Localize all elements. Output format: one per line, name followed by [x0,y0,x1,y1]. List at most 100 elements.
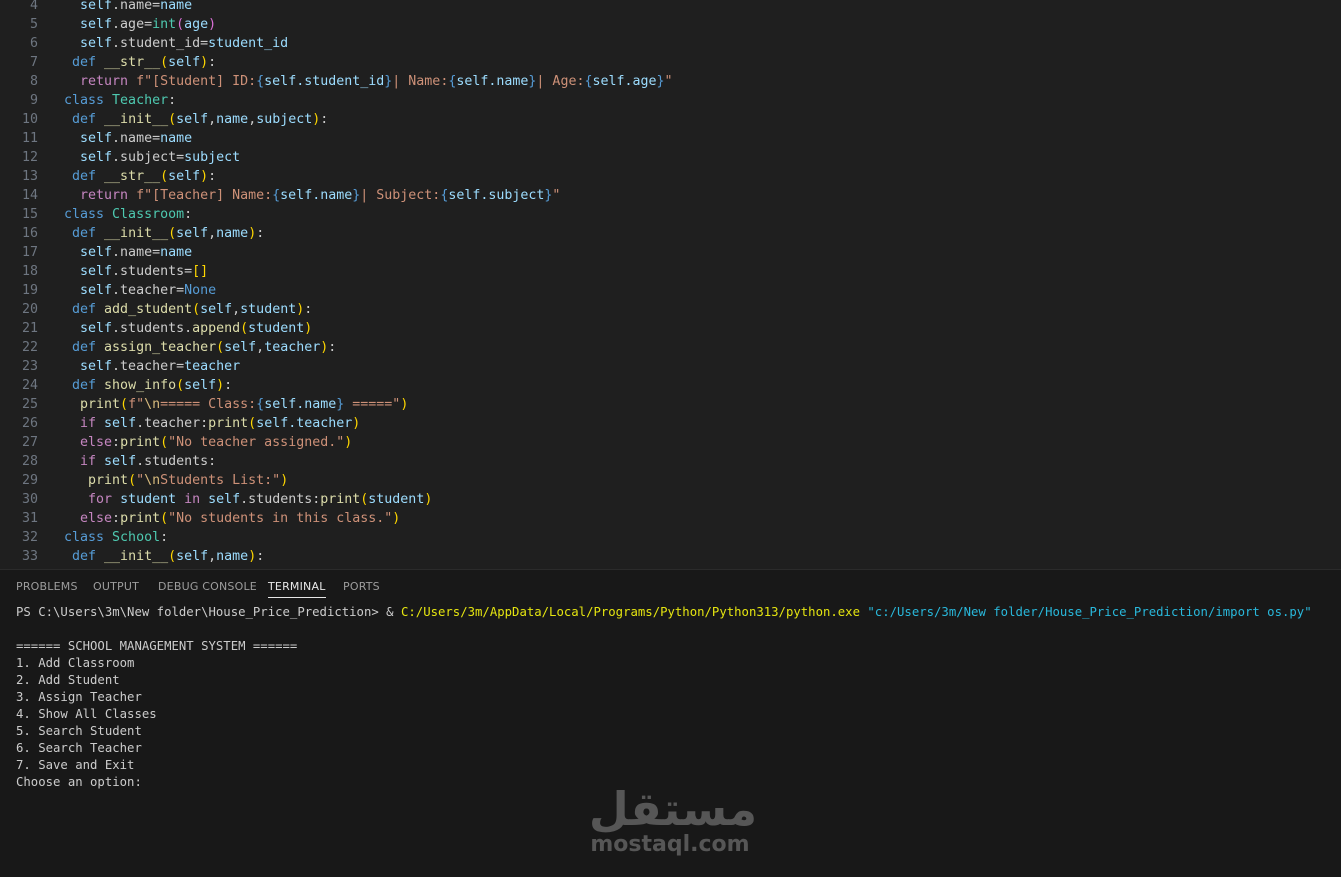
code-line[interactable]: 26 if self.teacher:print(self.teacher) [0,414,1341,433]
code-token: ( [240,321,249,336]
line-number: 17 [21,245,38,260]
code-line[interactable]: 22 def assign_teacher(self,teacher): [0,338,1341,357]
code-line[interactable]: 32 class School: [0,528,1341,547]
code-line[interactable]: 11 self.name=name [0,129,1341,148]
code-token: ( [160,169,169,184]
code-token: subject [256,112,313,127]
code-token: =====" [344,397,401,412]
code-line[interactable]: 19 self.teacher=None [0,281,1341,300]
tab-output[interactable]: OUTPUT [93,580,139,597]
code-token: : [320,112,329,127]
code-token: \n [144,473,161,488]
code-token: } [656,74,665,89]
code-token: " [664,74,673,89]
terminal-script-arg: "c:/Users/3m/New folder/House_Price_Pred… [860,605,1312,619]
code-token: self [80,283,113,298]
code-line[interactable]: 31 else:print("No students in this class… [0,509,1341,528]
code-token: else [80,511,113,526]
code-line[interactable]: 17 self.name=name [0,243,1341,262]
code-token: append [192,321,241,336]
code-token: ( [168,112,177,127]
code-line[interactable]: 4 self.name=name [0,0,1341,15]
code-line[interactable]: 14 return f"[Teacher] Name:{self.name}| … [0,186,1341,205]
code-token: : [224,378,233,393]
code-line[interactable]: 24 def show_info(self): [0,376,1341,395]
code-token: f"[Teacher] Name: [136,188,273,203]
code-line[interactable]: 29 print("\nStudents List:") [0,471,1341,490]
line-code: if self.teacher:print(self.teacher) [64,414,360,433]
code-line[interactable]: 27 else:print("No teacher assigned.") [0,433,1341,452]
code-token: print [120,435,161,450]
code-line[interactable]: 12 self.subject=subject [0,148,1341,167]
line-number: 21 [21,321,38,336]
code-line[interactable]: 33 def __init__(self,name): [0,547,1341,566]
code-line[interactable]: 21 self.students.append(student) [0,319,1341,338]
code-line[interactable]: 13 def __str__(self): [0,167,1341,186]
code-line[interactable]: 6 self.student_id=student_id [0,34,1341,53]
code-line[interactable]: 16 def __init__(self,name): [0,224,1341,243]
code-token: def [72,55,105,70]
line-code: self.subject=subject [64,148,240,167]
code-line[interactable]: 10 def __init__(self,name,subject): [0,110,1341,129]
line-code: def __str__(self): [64,167,216,186]
code-token: self [168,169,201,184]
code-token: , [208,226,217,241]
terminal[interactable]: PS C:\Users\3m\New folder\House_Price_Pr… [16,604,1326,791]
code-token: self.name [280,188,353,203]
code-token: ) [400,397,409,412]
code-line[interactable]: 20 def add_student(self,student): [0,300,1341,319]
code-line[interactable]: 30 for student in self.students:print(st… [0,490,1341,509]
line-number: 5 [29,17,38,32]
code-token: : [184,207,193,222]
code-line[interactable]: 15 class Classroom: [0,205,1341,224]
code-editor[interactable]: 4 self.name=name 5 self.age=int(age) 6 sel… [0,0,1341,569]
code-token: class [64,530,113,545]
code-token: self.subject [448,188,545,203]
code-token: ) [344,435,353,450]
tab-terminal[interactable]: TERMINAL [268,580,326,598]
code-line[interactable]: 7 def __str__(self): [0,53,1341,72]
code-line[interactable]: 18 self.students=[] [0,262,1341,281]
tab-debug-console[interactable]: DEBUG CONSOLE [158,580,257,597]
code-token: : [256,226,265,241]
code-token: .students: [136,454,217,469]
tab-problems[interactable]: PROBLEMS [16,580,78,597]
line-number: 33 [21,549,38,564]
code-line[interactable]: 25 print(f"\n===== Class:{self.name} ===… [0,395,1341,414]
code-token: | Name: [392,74,449,89]
code-token: self [80,245,113,260]
code-line[interactable]: 9 class Teacher: [0,91,1341,110]
code-token: name [160,0,193,13]
code-token: School [112,530,161,545]
code-token: name [216,112,249,127]
code-line[interactable]: 28 if self.students: [0,452,1341,471]
code-line[interactable]: 23 self.teacher=teacher [0,357,1341,376]
code-token: ) [216,378,225,393]
code-token: ( [160,511,169,526]
tab-ports[interactable]: PORTS [343,580,380,597]
code-token: name [216,549,249,564]
code-token: name [160,245,193,260]
code-token: "No students in this class." [168,511,393,526]
code-token: self [80,17,113,32]
line-code: self.teacher=teacher [64,357,240,376]
line-code: self.student_id=student_id [64,34,288,53]
code-line[interactable]: 8 return f"[Student] ID:{self.student_id… [0,72,1341,91]
code-token: ( [120,397,129,412]
code-token: student [248,321,305,336]
line-number: 26 [21,416,38,431]
code-token: int [152,17,177,32]
code-token: in [184,492,209,507]
line-code: class Teacher: [64,91,176,110]
code-line[interactable]: 5 self.age=int(age) [0,15,1341,34]
code-token: def [72,226,105,241]
line-code: else:print("No students in this class.") [64,509,400,528]
